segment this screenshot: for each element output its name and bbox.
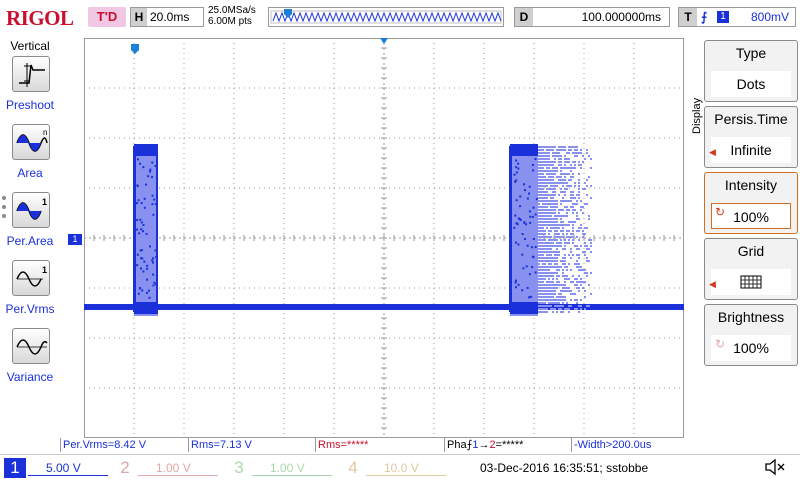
channel-scale: 1.00 V bbox=[138, 460, 218, 476]
persistence-value: Infinite bbox=[711, 137, 791, 163]
area-icon: n bbox=[12, 124, 50, 160]
memory-trigger-marker-icon bbox=[284, 9, 292, 18]
channel-scale: 1.00 V bbox=[252, 460, 332, 476]
delay-label: D bbox=[515, 8, 533, 26]
horizontal-timebase[interactable]: H 20.0ms bbox=[130, 7, 204, 27]
channel-2-status[interactable]: 2 1.00 V bbox=[114, 458, 218, 478]
acquisition-info: 25.0MSa/s 6.00M pts bbox=[208, 5, 256, 27]
variance-icon bbox=[12, 328, 50, 364]
speaker-muted-icon[interactable] bbox=[764, 458, 786, 480]
full-grid-icon bbox=[740, 275, 762, 289]
measurement-rms-ch1[interactable]: Rms=7.13 V bbox=[188, 438, 252, 452]
measurement-per-vrms[interactable]: Per.Vrms=8.42 V bbox=[60, 438, 146, 452]
trigger-source-badge: 1 bbox=[717, 11, 729, 23]
brightness-label: Brightness bbox=[717, 309, 785, 325]
channel-number: 1 bbox=[4, 458, 26, 478]
measurement-neg-width[interactable]: -Width>200.0us bbox=[571, 438, 651, 452]
type-button[interactable]: Type Dots bbox=[704, 40, 798, 102]
channel-scale: 5.00 V bbox=[28, 460, 108, 476]
per-vrms-icon: 1 bbox=[12, 260, 50, 296]
memory-waveform-preview bbox=[270, 9, 502, 24]
graticule bbox=[84, 38, 684, 438]
channel-scale: 10.0 V bbox=[366, 460, 446, 476]
per-area-icon: 1 bbox=[12, 192, 50, 228]
display-menu: Display Type Dots Persis.Time Infinite ◀… bbox=[686, 36, 800, 370]
delay-value: 100.000000ms bbox=[581, 10, 661, 24]
channel-number: 2 bbox=[120, 458, 130, 477]
grid-value bbox=[711, 269, 791, 295]
measurement-bar: Per.Vrms=8.42 V Rms=7.13 V Rms=***** Pha… bbox=[60, 438, 700, 452]
sample-rate: 25.0MSa/s bbox=[208, 5, 256, 16]
trigger-setting[interactable]: T ⨍ 1 800mV bbox=[678, 7, 796, 27]
measure-label: Per.Vrms bbox=[5, 302, 55, 316]
waveform-canvas bbox=[84, 38, 684, 438]
grid-button[interactable]: Grid ◀ bbox=[704, 238, 798, 300]
channel-4-status[interactable]: 4 10.0 V bbox=[342, 458, 446, 478]
trigger-level-value: 800mV bbox=[750, 10, 789, 24]
top-status-bar: RIGOL T'D H 20.0ms 25.0MSa/s 6.00M pts D … bbox=[0, 0, 800, 34]
trigger-position-marker-icon bbox=[131, 44, 139, 54]
channel-1-status[interactable]: 1 5.00 V bbox=[4, 458, 108, 478]
trigger-marker-icon bbox=[380, 38, 388, 44]
measurement-phase[interactable]: Pha⨍1→2=***** bbox=[444, 438, 523, 452]
timebase-value: 20.0ms bbox=[150, 10, 190, 24]
panel-title: Vertical bbox=[10, 39, 50, 53]
brightness-button[interactable]: Brightness 100% ↻ bbox=[704, 304, 798, 366]
intensity-label: Intensity bbox=[724, 177, 778, 193]
measure-label: Per.Area bbox=[6, 234, 54, 248]
intensity-button[interactable]: Intensity 100% ↻ bbox=[704, 172, 798, 234]
grid-label: Grid bbox=[737, 243, 765, 259]
arrow-left-icon: ◀ bbox=[709, 147, 716, 157]
measure-label: Area bbox=[17, 166, 43, 180]
type-label: Type bbox=[735, 45, 767, 61]
channel-number: 4 bbox=[348, 458, 358, 477]
memory-depth: 6.00M pts bbox=[208, 16, 252, 27]
memory-overview-strip[interactable] bbox=[268, 7, 504, 27]
measure-label: Preshoot bbox=[5, 98, 55, 112]
ch1-ground-marker-icon[interactable]: 1 bbox=[68, 234, 82, 245]
channel-3-status[interactable]: 3 1.00 V bbox=[228, 458, 332, 478]
waveform-display[interactable] bbox=[84, 38, 684, 438]
menu-title: Display bbox=[691, 97, 703, 134]
svg-text:1: 1 bbox=[42, 197, 47, 207]
arrow-left-icon: ◀ bbox=[709, 279, 716, 289]
type-value: Dots bbox=[711, 71, 791, 97]
rotate-knob-icon: ↻ bbox=[715, 337, 726, 351]
trigger-label: T bbox=[679, 8, 697, 26]
trigger-delay[interactable]: D 100.000000ms bbox=[514, 7, 670, 27]
channel-status-bar: 1 5.00 V 2 1.00 V 3 1.00 V 4 10.0 V 03-D… bbox=[0, 454, 800, 480]
preshoot-icon bbox=[12, 56, 50, 92]
trigger-status-badge: T'D bbox=[88, 7, 126, 27]
rotate-knob-icon: ↻ bbox=[715, 205, 726, 219]
rising-edge-icon: ⨍ bbox=[701, 10, 708, 24]
measure-label: Variance bbox=[6, 370, 54, 384]
measurement-rms-ch2[interactable]: Rms=***** bbox=[315, 438, 368, 452]
horizontal-label: H bbox=[131, 8, 147, 26]
svg-text:n: n bbox=[43, 128, 47, 137]
measure-softkey-panel: Vertical Preshoot n Area 1 Per.Area 1 Pe… bbox=[0, 36, 60, 454]
persistence-time-button[interactable]: Persis.Time Infinite ◀ bbox=[704, 106, 798, 168]
rigol-logo: RIGOL bbox=[6, 6, 74, 30]
scroll-indicator[interactable] bbox=[2, 196, 8, 223]
channel-number: 3 bbox=[234, 458, 244, 477]
svg-text:1: 1 bbox=[42, 265, 47, 275]
date-time-user: 03-Dec-2016 16:35:51; sstobbe bbox=[480, 461, 649, 475]
persistence-label: Persis.Time bbox=[714, 111, 788, 127]
